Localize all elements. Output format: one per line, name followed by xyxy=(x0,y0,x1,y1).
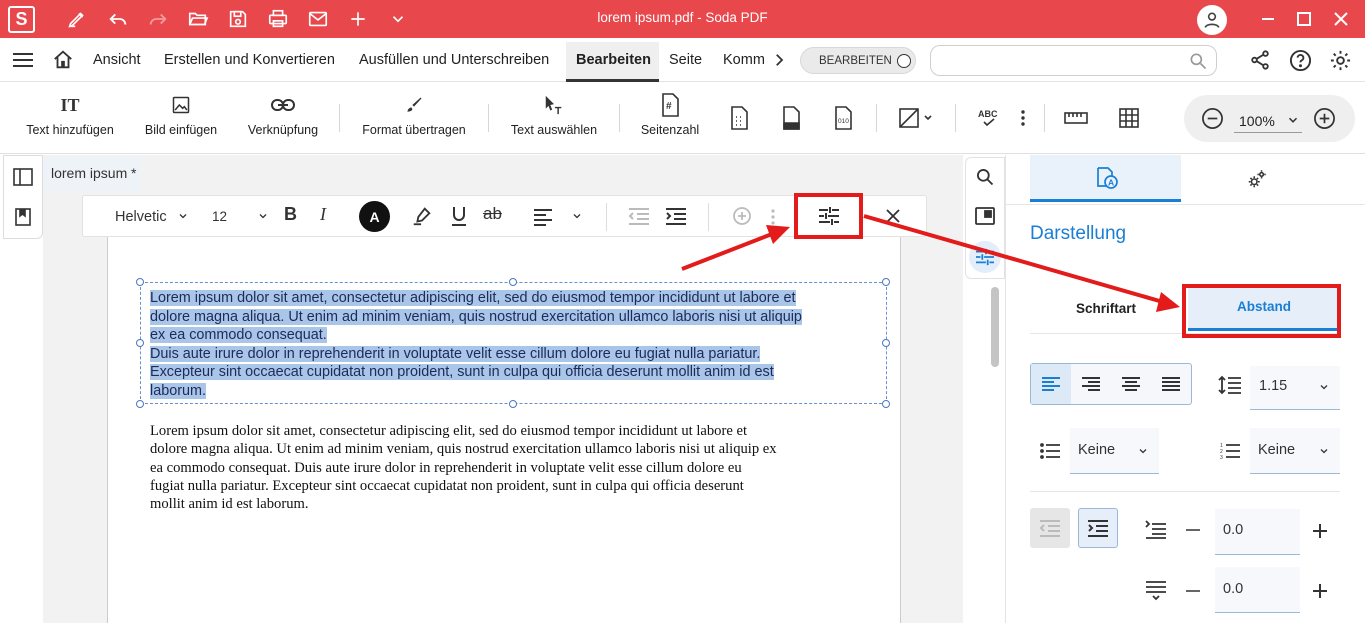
arrow-to-spacing xyxy=(863,214,1180,312)
annotation-arrows xyxy=(681,214,1180,312)
arrow-to-properties xyxy=(681,225,790,271)
